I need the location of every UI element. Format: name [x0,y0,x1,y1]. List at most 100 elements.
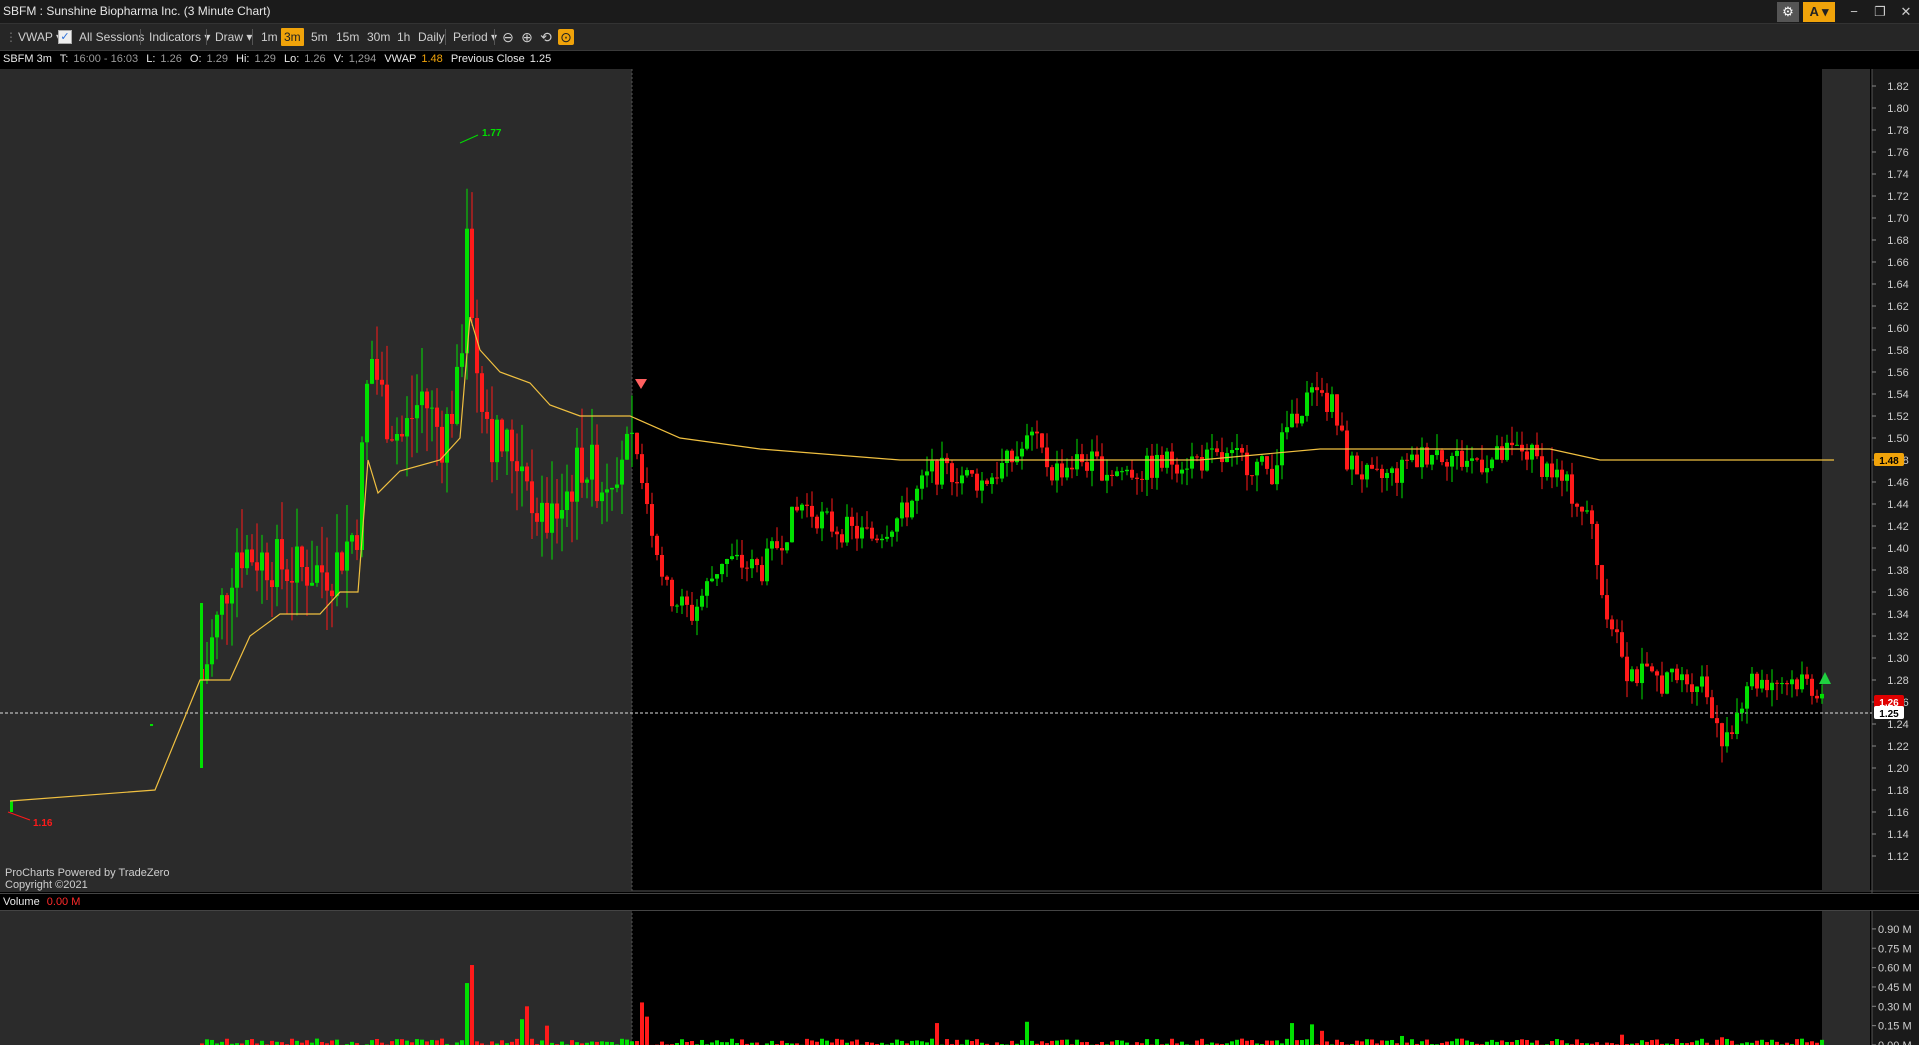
volume-bar [1715,1039,1719,1045]
volume-bar [205,1039,209,1045]
volume-bar [1290,1023,1294,1045]
candle-body [930,460,934,472]
volume-bar [1265,1040,1269,1045]
candle-body [1215,448,1219,453]
volume-bar [1445,1041,1449,1045]
candle-body [1345,430,1349,470]
candle-body [1280,432,1284,466]
price-tick-label: 1.32 [1887,631,1908,643]
candle [150,724,153,726]
candle-body [1805,674,1809,679]
candle-body [620,459,624,485]
volume-bar [1145,1039,1149,1045]
vol-premarket-area [0,910,632,1045]
volume-bar [1250,1040,1254,1045]
candle-body [530,481,534,514]
candle-body [925,471,929,476]
candle-body [1610,619,1614,630]
candle-body [250,549,254,563]
candle-body [1645,663,1649,667]
volume-bar [245,1040,249,1045]
volume-bar [1245,1040,1249,1045]
volume-bar [780,1040,784,1045]
volume-tick-label: 0.15 M [1878,1021,1912,1033]
volume-bar [540,1040,544,1045]
price-tick-label: 1.28 [1887,675,1908,687]
candle-body [1720,723,1724,747]
candle-body [1320,390,1324,393]
volume-bar [435,1040,439,1045]
candle-body [340,552,344,571]
price-tick-label: 1.14 [1887,829,1908,841]
candle-body [740,554,744,568]
candle-body [1815,695,1819,699]
volume-bar [515,1038,519,1045]
volume-bar [1060,1039,1064,1045]
candle-body [770,541,774,549]
candle-body [1325,392,1329,412]
candle-body [1140,478,1144,480]
volume-bar [1755,1040,1759,1045]
candle-body [1035,431,1039,434]
candle-body [1360,474,1364,480]
volume-bar [1390,1039,1394,1045]
candle-body [295,546,299,583]
volume-bar [1555,1039,1559,1045]
volume-bar [1810,1041,1814,1045]
price-tick-label: 1.36 [1887,587,1908,599]
candle-body [1445,462,1449,467]
candle-body [1270,468,1274,485]
volume-bar [730,1038,734,1045]
volume-bar [810,1040,814,1045]
candle-body [1115,471,1119,477]
candle-body [725,559,729,564]
price-tick-label: 1.34 [1887,609,1908,621]
volume-bar [680,1039,684,1045]
candle-body [1145,455,1149,480]
volume-bar [910,1040,914,1045]
candle-body [1745,686,1749,709]
volume-bar [335,1039,339,1045]
candle-body [1740,708,1744,713]
volume-bar [855,1039,859,1045]
candle-body [1630,669,1634,682]
candle-body [960,475,964,484]
volume-bar [1170,1038,1174,1045]
volume-bar [315,1038,319,1045]
volume-bar [915,1040,919,1045]
volume-bar [700,1039,704,1045]
volume-bar [560,1041,564,1045]
volume-bar [1655,1039,1659,1045]
volume-bar [1270,1040,1274,1045]
candle-body [540,502,544,522]
candle-body [335,552,339,597]
candle-body [1725,732,1729,747]
candle-body [260,552,264,571]
candle-body [1295,413,1299,424]
candle-body [1105,474,1109,481]
price-tick-label: 1.66 [1887,257,1908,269]
candle-body [650,504,654,536]
candle-body [655,535,659,556]
price-tick-label: 1.40 [1887,543,1908,555]
candle-body [1545,463,1549,477]
candle-body [1475,458,1479,460]
volume-tick-label: 0.60 M [1878,963,1912,975]
candle-body [285,569,289,582]
volume-bar [225,1038,229,1045]
candle-body [630,432,634,434]
candle-body [1810,678,1814,696]
candle-body [265,552,269,581]
candle-body [215,614,219,638]
candle-body [1635,669,1639,684]
candle-body [1530,444,1534,460]
candle-body [1255,461,1259,476]
volume-bar [1235,1039,1239,1045]
volume-bar [210,1039,214,1045]
candlestick-chart[interactable]: 1.82 1.80 1.78 1.76 1.74 1.72 1.70 1.68 1.66 1.64… [0,0,1919,1045]
volume-bar [895,1039,899,1045]
low-marker-label: 1.16 [33,818,53,829]
candle-body [795,506,799,511]
candle-body [1750,673,1754,687]
candle-body [675,605,679,607]
